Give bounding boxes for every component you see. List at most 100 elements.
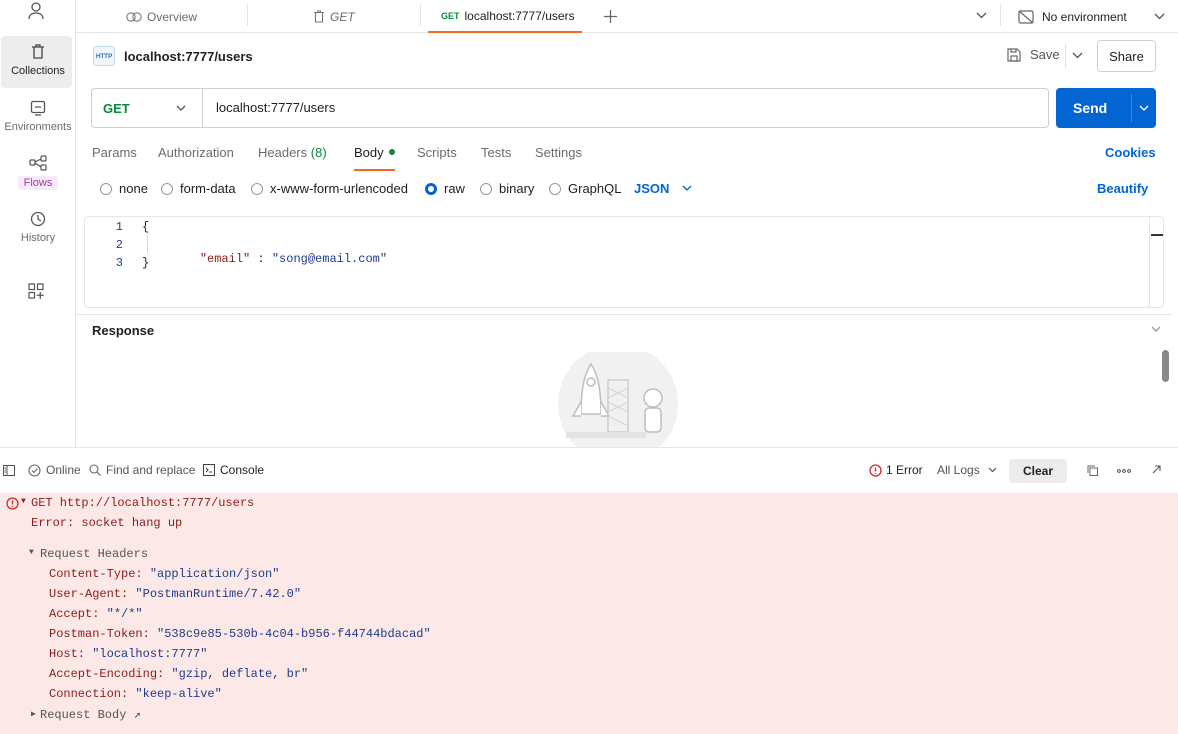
tab-headers[interactable]: Headers (8) — [258, 145, 327, 160]
tab-params[interactable]: Params — [92, 145, 137, 160]
chevron-down-icon — [176, 105, 186, 112]
search-icon — [89, 464, 101, 476]
environments-icon — [30, 100, 46, 116]
tab-settings[interactable]: Settings — [535, 145, 582, 160]
tab-get[interactable]: GET — [313, 0, 355, 33]
header-row: Connection: "keep-alive" — [49, 687, 222, 701]
json-colon: : — [250, 252, 272, 266]
save-options-chevron-icon[interactable] — [1072, 52, 1083, 59]
json-key: "email" — [199, 252, 251, 266]
radio-raw[interactable]: raw — [425, 181, 465, 196]
tab-headers-label: Headers — [258, 145, 308, 160]
radio-label: form-data — [180, 181, 236, 196]
tab-authorization[interactable]: Authorization — [158, 145, 234, 160]
method-select[interactable]: GET — [92, 89, 203, 127]
trash-can-icon — [313, 10, 325, 23]
radio-label: raw — [444, 181, 465, 196]
tab-tests[interactable]: Tests — [481, 145, 511, 160]
headers-count: (8) — [310, 145, 327, 160]
logs-filter-select[interactable]: All Logs — [937, 463, 997, 477]
save-button[interactable]: Save — [1007, 47, 1060, 62]
radio-label: binary — [499, 181, 535, 196]
collapsed-caret-icon[interactable]: ▶ — [31, 709, 36, 719]
environment-selector[interactable]: No environment — [1018, 0, 1165, 33]
radio-label: GraphQL — [568, 181, 622, 196]
clear-button[interactable]: Clear — [1009, 459, 1067, 483]
request-line[interactable]: GET http://localhost:7777/users — [31, 496, 254, 510]
tab-scripts[interactable]: Scripts — [417, 145, 457, 160]
trash-can-icon — [30, 44, 46, 60]
online-status[interactable]: Online — [28, 463, 81, 477]
url-input[interactable]: localhost:7777/users — [216, 100, 335, 115]
tab-active-request[interactable]: GET localhost:7777/users — [428, 0, 582, 33]
error-icon — [6, 497, 19, 510]
tab-body[interactable]: Body — [354, 145, 396, 171]
sidebar-item-flows[interactable]: Flows — [0, 155, 76, 190]
toggle-sidebar-icon[interactable] — [3, 465, 15, 476]
error-icon — [869, 463, 882, 477]
url-bar: GET localhost:7777/users — [91, 88, 1049, 128]
more-options-icon[interactable] — [1117, 469, 1131, 473]
format-value: JSON — [634, 181, 670, 196]
header-row: Host: "localhost:7777" — [49, 647, 208, 661]
chevron-down-icon — [1154, 13, 1165, 20]
response-scrollbar[interactable] — [1162, 350, 1169, 382]
beautify-button[interactable]: Beautify — [1097, 181, 1148, 196]
copy-icon[interactable] — [1087, 465, 1098, 476]
chevron-down-icon — [682, 185, 692, 192]
console-toolbar: Online Find and replace Console 1 Error … — [0, 447, 1178, 493]
tab-overview[interactable]: Overview — [126, 0, 197, 33]
radio-form-data[interactable]: form-data — [161, 181, 236, 196]
sidebar-item-collections[interactable]: Collections — [0, 36, 76, 88]
error-count-label: 1 Error — [886, 463, 923, 477]
sidebar-item-label: Environments — [4, 121, 72, 133]
expand-caret-icon[interactable]: ▼ — [21, 497, 26, 506]
share-button[interactable]: Share — [1097, 40, 1156, 72]
tabs-dropdown-chevron-icon[interactable] — [976, 12, 987, 19]
environment-label: No environment — [1042, 9, 1127, 24]
send-label: Send — [1073, 100, 1108, 116]
add-workbench-icon[interactable] — [28, 283, 44, 299]
sidebar-item-label: History — [20, 232, 56, 244]
code-close-brace: } — [142, 256, 150, 270]
sidebar-item-history[interactable]: History — [0, 211, 76, 244]
header-row: Accept-Encoding: "gzip, deflate, br" — [49, 667, 309, 681]
header-row: User-Agent: "PostmanRuntime/7.42.0" — [49, 587, 302, 601]
error-message: Error: socket hang up — [31, 516, 183, 530]
error-count[interactable]: 1 Error — [869, 463, 923, 477]
left-sidebar: Collections Environments Flows History — [0, 0, 76, 448]
send-button[interactable]: Send — [1056, 88, 1156, 128]
header-row: Postman-Token: "538c9e85-530b-4c04-b956-… — [49, 627, 431, 641]
request-title[interactable]: localhost:7777/users — [124, 49, 253, 64]
history-icon — [30, 211, 46, 227]
response-title: Response — [92, 323, 155, 338]
console-tab[interactable]: Console — [203, 463, 264, 477]
pop-out-icon[interactable] — [1152, 465, 1161, 474]
request-body-toggle[interactable]: Request Body ↗ — [40, 707, 141, 722]
editor-minimap-marker — [1151, 234, 1163, 236]
radio-urlencoded[interactable]: x-www-form-urlencoded — [251, 181, 408, 196]
expand-caret-icon[interactable]: ▼ — [29, 548, 34, 557]
find-replace-button[interactable]: Find and replace — [89, 463, 195, 477]
body-indicator-dot — [389, 149, 396, 155]
sidebar-item-label: Flows — [17, 176, 59, 190]
response-collapse-chevron-icon[interactable] — [1151, 326, 1161, 333]
code-open-brace: { — [142, 220, 150, 234]
format-select[interactable]: JSON — [634, 181, 692, 196]
radio-none[interactable]: none — [100, 181, 148, 196]
logs-filter-label: All Logs — [937, 463, 980, 477]
send-options-chevron-icon[interactable] — [1139, 105, 1149, 112]
user-icon[interactable] — [28, 2, 44, 20]
radio-binary[interactable]: binary — [480, 181, 534, 196]
rocket-illustration-icon — [556, 352, 680, 448]
chevron-down-icon — [988, 467, 997, 473]
radio-graphql[interactable]: GraphQL — [549, 181, 621, 196]
request-headers-toggle[interactable]: Request Headers — [40, 547, 148, 561]
http-icon: HTTP — [93, 46, 115, 66]
tab-label: localhost:7777/users — [464, 8, 575, 23]
sidebar-item-environments[interactable]: Environments — [0, 100, 76, 133]
header-row: Content-Type: "application/json" — [49, 567, 280, 581]
cookies-link[interactable]: Cookies — [1105, 145, 1156, 160]
add-tab-icon[interactable] — [604, 10, 617, 23]
body-editor[interactable]: 1 2 3 { "email" : "song@email.com" } — [84, 216, 1164, 308]
